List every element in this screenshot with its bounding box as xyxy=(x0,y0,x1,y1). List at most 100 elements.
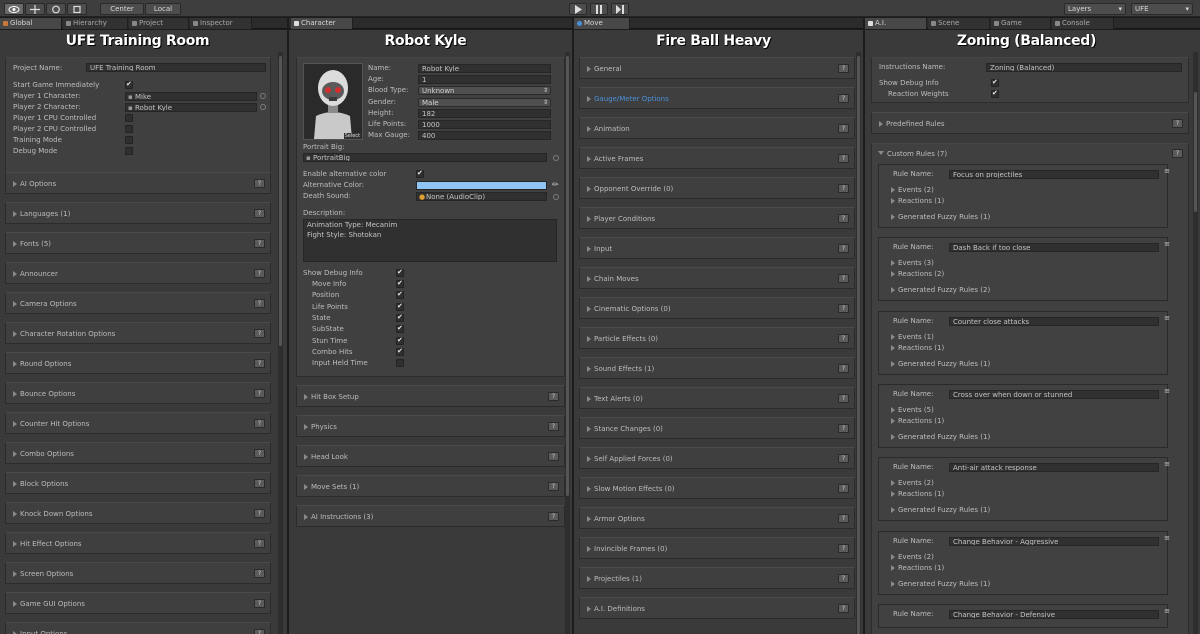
debug-option-checkbox[interactable] xyxy=(396,290,404,300)
layers-dropdown[interactable]: Layers ▾ xyxy=(1064,3,1126,15)
rule-reactions-foldout[interactable]: Reactions (2) xyxy=(891,269,944,279)
section-foldout[interactable]: Armor Options? xyxy=(579,507,855,529)
rule-menu-icon[interactable]: ≡ xyxy=(1164,387,1170,395)
rule-reactions-foldout[interactable]: Reactions (1) xyxy=(891,416,944,426)
tab-ai[interactable]: A.I. xyxy=(865,18,927,29)
object-picker-icon[interactable] xyxy=(260,93,266,99)
rule-name-field[interactable]: Change Behavior - Defensive xyxy=(949,609,1159,619)
help-icon[interactable]: ? xyxy=(1172,119,1183,128)
setting-checkbox[interactable] xyxy=(125,136,133,144)
field-input[interactable]: 1000 xyxy=(418,120,551,129)
section-foldout[interactable]: Animation? xyxy=(579,117,855,139)
character-select-field[interactable]: ▪ Mike xyxy=(125,92,257,101)
rule-menu-icon[interactable]: ≡ xyxy=(1164,167,1170,175)
help-icon[interactable]: ? xyxy=(254,209,265,218)
help-icon[interactable]: ? xyxy=(254,509,265,518)
rule-reactions-foldout[interactable]: Reactions (1) xyxy=(891,489,944,499)
section-foldout[interactable]: Hit Effect Options? xyxy=(5,532,271,554)
tab-scene[interactable]: Scene xyxy=(928,18,990,29)
help-icon[interactable]: ? xyxy=(838,424,849,433)
setting-checkbox[interactable] xyxy=(125,80,133,89)
section-foldout[interactable]: Screen Options? xyxy=(5,562,271,584)
scrollbar[interactable] xyxy=(1193,52,1198,634)
section-foldout[interactable]: Gauge/Meter Options? xyxy=(579,87,855,109)
scrollbar[interactable] xyxy=(278,52,283,634)
section-foldout[interactable]: A.I. Definitions? xyxy=(579,597,855,619)
project-name-field[interactable]: UFE Training Room xyxy=(86,63,266,72)
tab-game[interactable]: Game xyxy=(991,18,1051,29)
debug-option-checkbox[interactable] xyxy=(396,336,404,345)
rule-menu-icon[interactable]: ≡ xyxy=(1164,460,1170,468)
section-foldout[interactable]: Text Alerts (0)? xyxy=(579,387,855,409)
tab-inspector[interactable]: Inspector xyxy=(190,18,252,29)
field-dropdown[interactable]: Unknown ⇕ xyxy=(418,86,551,96)
section-foldout[interactable]: Camera Options? xyxy=(5,292,271,314)
rule-reactions-foldout[interactable]: Reactions (1) xyxy=(891,196,944,206)
section-foldout[interactable]: Character Rotation Options? xyxy=(5,322,271,344)
rule-generated-foldout[interactable]: Generated Fuzzy Rules (1) xyxy=(891,359,990,369)
rule-menu-icon[interactable]: ≡ xyxy=(1164,534,1170,542)
scrollbar-thumb[interactable] xyxy=(857,56,860,634)
section-foldout[interactable]: Slow Motion Effects (0)? xyxy=(579,477,855,499)
help-icon[interactable]: ? xyxy=(838,124,849,133)
section-foldout[interactable]: Counter Hit Options? xyxy=(5,412,271,434)
help-icon[interactable]: ? xyxy=(548,392,559,401)
section-foldout[interactable]: Particle Effects (0)? xyxy=(579,327,855,349)
section-foldout[interactable]: Move Sets (1)? xyxy=(296,475,565,497)
section-foldout[interactable]: AI Options? xyxy=(5,172,271,194)
help-icon[interactable]: ? xyxy=(838,214,849,223)
help-icon[interactable]: ? xyxy=(254,239,265,248)
field-input[interactable]: 400 xyxy=(418,131,551,141)
debug-option-checkbox[interactable] xyxy=(396,279,404,288)
rule-events-foldout[interactable]: Events (5) xyxy=(891,405,934,415)
help-icon[interactable]: ? xyxy=(254,599,265,608)
character-portrait[interactable]: Select xyxy=(303,63,363,140)
help-icon[interactable]: ? xyxy=(254,179,265,188)
help-icon[interactable]: ? xyxy=(838,64,849,73)
portrait-big-field[interactable]: ▪ PortraitBig xyxy=(303,153,547,162)
eyedropper-icon[interactable]: ✏ xyxy=(552,180,559,189)
help-icon[interactable]: ? xyxy=(838,454,849,463)
scrollbar[interactable] xyxy=(565,52,570,634)
help-icon[interactable]: ? xyxy=(548,452,559,461)
layout-dropdown[interactable]: UFE ▾ xyxy=(1131,3,1193,15)
section-foldout[interactable]: Invincible Frames (0)? xyxy=(579,537,855,559)
scrollbar-thumb[interactable] xyxy=(1194,92,1197,212)
help-icon[interactable]: ? xyxy=(254,329,265,338)
death-sound-field[interactable]: ● None (AudioClip) xyxy=(416,192,547,201)
rule-events-foldout[interactable]: Events (2) xyxy=(891,478,934,488)
help-icon[interactable]: ? xyxy=(254,629,265,634)
section-foldout[interactable]: Combo Options? xyxy=(5,442,271,464)
section-foldout[interactable]: Active Frames? xyxy=(579,147,855,169)
rule-menu-icon[interactable]: ≡ xyxy=(1164,607,1170,615)
section-foldout[interactable]: Chain Moves? xyxy=(579,267,855,289)
help-icon[interactable]: ? xyxy=(254,419,265,428)
description-textarea[interactable]: Animation Type: Mecanim Fight Style: Shot… xyxy=(303,219,557,262)
section-foldout[interactable]: AI Instructions (3)? xyxy=(296,505,565,527)
rule-menu-icon[interactable]: ≡ xyxy=(1164,314,1170,322)
instructions-name-field[interactable]: Zoning (Balanced) xyxy=(986,63,1182,72)
section-foldout[interactable]: Game GUI Options? xyxy=(5,592,271,614)
rule-events-foldout[interactable]: Events (2) xyxy=(891,185,934,195)
section-foldout[interactable]: Block Options? xyxy=(5,472,271,494)
help-icon[interactable]: ? xyxy=(548,422,559,431)
pivot-center-button[interactable]: Center xyxy=(100,3,144,15)
section-foldout[interactable]: General? xyxy=(579,57,855,79)
step-button[interactable] xyxy=(611,3,629,15)
help-icon[interactable]: ? xyxy=(254,299,265,308)
section-foldout[interactable]: Bounce Options? xyxy=(5,382,271,404)
section-foldout[interactable]: Opponent Override (0)? xyxy=(579,177,855,199)
help-icon[interactable]: ? xyxy=(254,539,265,548)
rule-generated-foldout[interactable]: Generated Fuzzy Rules (1) xyxy=(891,212,990,222)
section-foldout[interactable]: Projectiles (1)? xyxy=(579,567,855,589)
object-picker-icon[interactable] xyxy=(260,104,266,110)
help-icon[interactable]: ? xyxy=(838,244,849,253)
field-input[interactable]: 182 xyxy=(418,108,551,118)
character-select-field[interactable]: ▪ Robot Kyle xyxy=(125,103,257,112)
object-picker-icon[interactable] xyxy=(553,194,559,200)
tab-move[interactable]: Move xyxy=(574,18,630,29)
section-foldout[interactable]: Self Applied Forces (0)? xyxy=(579,447,855,469)
help-icon[interactable]: ? xyxy=(254,479,265,488)
section-foldout[interactable]: Player Conditions? xyxy=(579,207,855,229)
play-button[interactable] xyxy=(569,3,587,15)
